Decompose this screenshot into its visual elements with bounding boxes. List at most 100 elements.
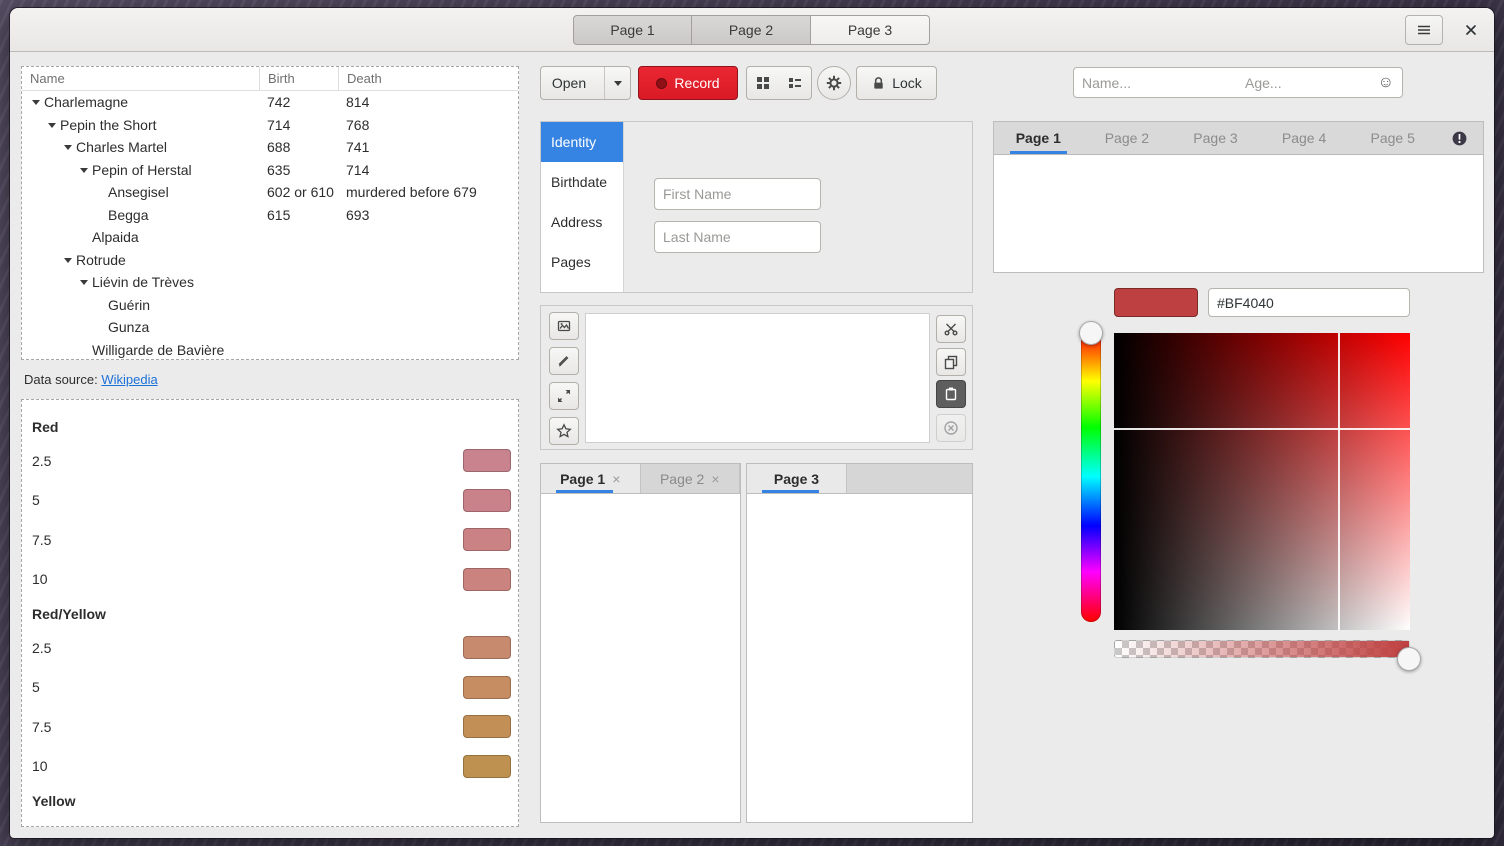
tree-row[interactable]: Ansegisel 602 or 610 murdered before 679	[22, 181, 518, 204]
tree-row[interactable]: Pepin the Short 714 768	[22, 114, 518, 137]
tab-page3[interactable]: Page 3	[747, 464, 847, 493]
alpha-slider[interactable]	[1114, 640, 1410, 658]
expander-icon[interactable]	[76, 275, 92, 289]
open-button[interactable]: Open	[540, 66, 631, 100]
hue-slider-handle[interactable]	[1079, 321, 1103, 345]
resize-button[interactable]	[549, 382, 579, 410]
tab-page5[interactable]: Page 5	[1348, 122, 1437, 154]
emoji-chooser-icon[interactable]: ☺	[1378, 75, 1394, 91]
header-tab-page3[interactable]: Page 3	[811, 15, 930, 45]
current-color-swatch-button[interactable]	[1114, 288, 1198, 317]
color-swatch	[463, 568, 511, 591]
list-item[interactable]: 7.5	[32, 520, 511, 560]
list-view-icon	[787, 75, 803, 91]
notebook-left-tab-bar: Page 1 Page 2	[541, 464, 740, 494]
color-swatch	[463, 715, 511, 738]
tree-row[interactable]: Rotrude	[22, 249, 518, 272]
color-hex-input[interactable]	[1217, 295, 1401, 311]
column-header-birth[interactable]: Birth	[259, 67, 338, 90]
tree-row[interactable]: Willigarde de Bavière	[22, 339, 518, 361]
right-notebook: Page 1 Page 2 Page 3 Page 4 Page 5	[993, 121, 1484, 273]
hue-slider[interactable]	[1081, 331, 1101, 622]
menu-button[interactable]	[1405, 15, 1443, 45]
name-field[interactable]	[1073, 67, 1238, 98]
expander-icon[interactable]	[60, 253, 76, 267]
favorite-button[interactable]	[549, 417, 579, 445]
tab-page2[interactable]: Page 2	[641, 464, 741, 493]
tree-row[interactable]: Charlemagne 742 814	[22, 91, 518, 114]
cut-button[interactable]	[936, 315, 966, 343]
list-item[interactable]: 2.5	[32, 441, 511, 481]
tree-row[interactable]: Liévin de Trèves	[22, 271, 518, 294]
right-notebook-tab-bar: Page 1 Page 2 Page 3 Page 4 Page 5	[994, 122, 1483, 155]
list-item[interactable]: 5	[32, 481, 511, 521]
column-header-death[interactable]: Death	[338, 67, 518, 90]
alpha-slider-handle[interactable]	[1397, 647, 1421, 671]
tree-row[interactable]: Pepin of Herstal 635 714	[22, 159, 518, 182]
tab-close-icon[interactable]	[711, 471, 719, 487]
list-item[interactable]: 2.5	[32, 628, 511, 668]
header-tab-group: Page 1 Page 2 Page 3	[573, 15, 930, 45]
tab-page3[interactable]: Page 3	[1171, 122, 1260, 154]
age-field[interactable]: ☺	[1237, 67, 1403, 98]
list-item[interactable]: 10	[32, 560, 511, 600]
cell-birth: 742	[259, 94, 338, 110]
tree-column-headers: Name Birth Death	[22, 67, 518, 91]
image-icon	[556, 318, 572, 334]
saturation-value-plane[interactable]	[1114, 333, 1410, 630]
tree-row[interactable]: Guérin	[22, 294, 518, 317]
expander-icon[interactable]	[60, 140, 76, 154]
expander-icon[interactable]	[76, 163, 92, 177]
tab-action-button[interactable]	[1437, 122, 1483, 154]
window-close-button[interactable]	[1454, 15, 1488, 45]
last-name-field[interactable]	[654, 221, 821, 253]
expander-icon[interactable]	[44, 118, 60, 132]
list-view-button[interactable]	[778, 66, 812, 100]
text-view[interactable]	[585, 313, 930, 443]
tab-page1[interactable]: Page 1	[994, 122, 1083, 154]
name-input[interactable]	[1082, 75, 1229, 91]
tree-row[interactable]: Gunza	[22, 316, 518, 339]
tab-page1[interactable]: Page 1	[541, 464, 641, 493]
wikipedia-link[interactable]: Wikipedia	[101, 372, 157, 387]
lock-button[interactable]: Lock	[856, 66, 937, 100]
tab-close-icon[interactable]	[612, 471, 620, 487]
sidebar-item-address[interactable]: Address	[541, 202, 623, 242]
record-button[interactable]: Record	[638, 66, 738, 100]
list-item[interactable]: 10	[32, 747, 511, 787]
color-hex-field[interactable]	[1208, 288, 1410, 317]
copy-button[interactable]	[936, 348, 966, 376]
cell-name: Charlemagne	[44, 94, 128, 110]
open-dropdown[interactable]	[604, 67, 630, 99]
tab-page2[interactable]: Page 2	[1083, 122, 1172, 154]
header-tab-page2[interactable]: Page 2	[692, 15, 811, 45]
tab-page4[interactable]: Page 4	[1260, 122, 1349, 154]
sidebar-item-birthdate[interactable]: Birthdate	[541, 162, 623, 202]
tree-row[interactable]: Charles Martel 688 741	[22, 136, 518, 159]
image-button[interactable]	[549, 312, 579, 340]
family-tree-table[interactable]: Name Birth Death Charlemagne 742 814 Pep…	[21, 66, 519, 360]
sidebar-item-identity[interactable]: Identity	[541, 122, 623, 162]
color-section-header: Red/Yellow	[32, 599, 511, 628]
tree-row[interactable]: Alpaida	[22, 226, 518, 249]
header-tab-page1[interactable]: Page 1	[573, 15, 692, 45]
cell-death: 814	[338, 94, 518, 110]
notebook-left: Page 1 Page 2	[540, 463, 741, 823]
cell-name: Ansegisel	[108, 184, 169, 200]
expander-icon[interactable]	[28, 95, 44, 109]
paste-button[interactable]	[936, 380, 966, 408]
sidebar-item-pages[interactable]: Pages	[541, 242, 623, 282]
last-name-input[interactable]	[663, 229, 812, 245]
first-name-input[interactable]	[663, 186, 812, 202]
cell-name: Rotrude	[76, 252, 126, 268]
first-name-field[interactable]	[654, 178, 821, 210]
settings-button[interactable]	[817, 66, 851, 100]
color-scale-list[interactable]: Red 2.5 5 7.5 10 Red/Yellow 2.5 5 7.5	[21, 399, 519, 827]
list-item[interactable]: 5	[32, 668, 511, 708]
tree-row[interactable]: Begga 615 693	[22, 204, 518, 227]
pen-button[interactable]	[549, 347, 579, 375]
age-input[interactable]	[1245, 75, 1378, 91]
column-header-name[interactable]: Name	[22, 67, 259, 90]
grid-view-button[interactable]	[746, 66, 779, 100]
list-item[interactable]: 7.5	[32, 707, 511, 747]
